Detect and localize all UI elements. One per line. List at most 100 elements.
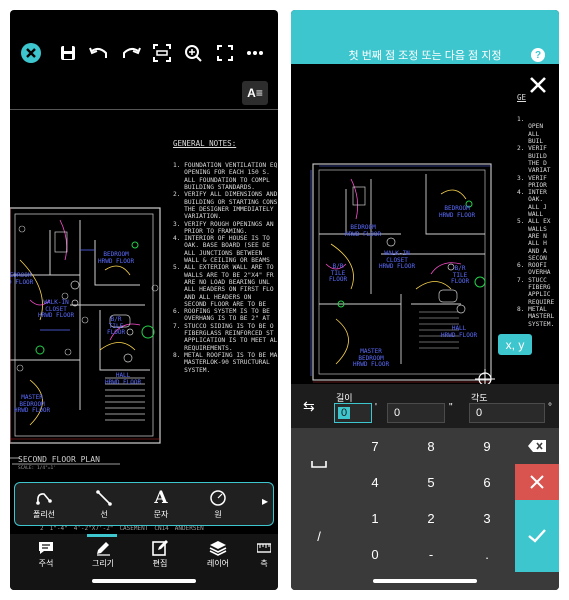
- general-note-line: 8. METAL ROOFING IS TO BE MA: [173, 351, 278, 359]
- more-icon[interactable]: [242, 40, 268, 66]
- general-note-line: VARIATION.: [173, 213, 222, 221]
- length-feet-value: 0: [338, 407, 351, 419]
- measure-icon: [250, 538, 278, 558]
- key-7[interactable]: 7: [347, 428, 403, 464]
- key-0[interactable]: 0: [347, 536, 403, 572]
- key-4[interactable]: 4: [347, 464, 403, 500]
- backspace-icon[interactable]: [515, 428, 559, 464]
- general-note-line: 7. STUCC: [517, 276, 547, 284]
- schedule-cell: CN14: [154, 525, 169, 532]
- schedule-cell: 4'-2"X7'-2": [73, 525, 114, 532]
- pencil-icon: [81, 538, 125, 558]
- nav-edit[interactable]: 편집: [138, 538, 182, 569]
- slash-key[interactable]: /: [291, 500, 347, 572]
- general-notes-lines: 1. OPEN ALL BUIL 2. VERIF BUILD THE D VAR…: [517, 116, 554, 328]
- zoom-search-icon[interactable]: [180, 40, 206, 66]
- general-note-line: WALLS ARE TO BE 2"X4" FR: [173, 271, 274, 279]
- general-note-line: 4. INTER: [517, 189, 547, 197]
- tool-line[interactable]: 선: [82, 487, 126, 520]
- general-note-line: REQUIRE: [517, 298, 555, 306]
- text-icon: A: [154, 488, 168, 508]
- general-note-line: 7. STUCCO SIDING IS TO BE O: [173, 322, 274, 330]
- general-note-line: MASTERL: [517, 313, 555, 321]
- tool-polyline[interactable]: 폴리선: [22, 487, 66, 520]
- key-9[interactable]: 9: [459, 428, 515, 464]
- general-note-line: SECOND FLOOR ARE TO BE: [173, 300, 267, 308]
- room-label-bath: B/R TILE FLOOR: [107, 316, 126, 336]
- length-inch-field[interactable]: 0: [387, 403, 445, 423]
- angle-field[interactable]: 0: [469, 403, 545, 423]
- tool-line-label: 선: [100, 510, 108, 519]
- polyline-icon: [22, 487, 66, 509]
- key-1[interactable]: 1: [347, 500, 403, 536]
- left-screen: A≡ GENERAL NOTES: 1. FOUNDATION VENTILAT…: [10, 10, 278, 590]
- tool-text[interactable]: A 문자: [139, 487, 183, 520]
- general-note-line: ARE NO LOAD BEARING UNL: [173, 278, 270, 286]
- swap-arrows-icon[interactable]: ⇆: [303, 398, 315, 415]
- frame-icon[interactable]: [149, 40, 175, 66]
- key-8[interactable]: 8: [403, 428, 459, 464]
- edit-icon: [138, 538, 182, 558]
- general-note-line: WALL: [517, 211, 544, 219]
- general-note-line: 1.: [517, 116, 525, 124]
- prompt-title: 첫 번째 점 조정 또는 다음 점 지정: [348, 50, 502, 62]
- key-5[interactable]: 5: [403, 464, 459, 500]
- length-inch-value: 0: [394, 407, 401, 419]
- partial-tool-icon[interactable]: ▸: [262, 494, 268, 508]
- general-note-line: 5. ALL EX: [517, 218, 551, 226]
- general-note-line: VARIAT: [517, 167, 551, 175]
- general-note-line: ALL JUNCTIONS BETWEEN: [173, 249, 263, 257]
- length-feet-field[interactable]: 0: [334, 403, 372, 423]
- undo-icon[interactable]: [86, 40, 112, 66]
- redo-icon[interactable]: [118, 40, 144, 66]
- schedule-cell: 1"-4": [49, 525, 68, 532]
- schedule-cell: 2: [40, 525, 44, 532]
- help-icon[interactable]: ?: [531, 48, 545, 62]
- general-note-line: BUILDING STANDARDS.: [173, 184, 255, 192]
- checkmark-icon[interactable]: [515, 500, 559, 572]
- general-note-line: ALL FOUNDATION TO COMPL: [173, 176, 270, 184]
- fullscreen-icon[interactable]: [212, 40, 238, 66]
- general-note-line: 3. VERIF: [517, 174, 547, 182]
- general-note-line: SYSTEM.: [173, 366, 211, 374]
- room-label-bedroom-right: BEDROOM HRWD FLOOR: [439, 205, 476, 219]
- key-2[interactable]: 2: [403, 500, 459, 536]
- inch-unit: ": [449, 402, 453, 413]
- general-note-line: 4. INTERIOR OF HOUSE IS TO: [173, 235, 270, 243]
- key-minus[interactable]: -: [403, 536, 459, 572]
- comment-icon: [24, 538, 68, 558]
- room-label-master-bedroom: MASTER BEDROOM HRWD FLOOR: [14, 394, 51, 414]
- save-icon[interactable]: [55, 40, 81, 66]
- room-label-walkin-closet: WALK-IN CLOSET HRWD FLOOR: [38, 299, 75, 319]
- general-note-line: BUIL: [517, 138, 544, 146]
- key-6[interactable]: 6: [459, 464, 515, 500]
- space-key[interactable]: [291, 428, 347, 500]
- general-note-line: ARE N: [517, 232, 547, 240]
- xy-input-button[interactable]: x, y: [498, 334, 532, 355]
- nav-measure[interactable]: 측: [250, 538, 278, 569]
- home-indicator: [373, 579, 477, 583]
- nav-draw-label: 그리기: [91, 559, 115, 568]
- room-label-master-bedroom: MASTER BEDROOM HRWD FLOOR: [353, 348, 390, 368]
- nav-layers-label: 레이어: [206, 559, 230, 568]
- room-label-hall: HALL HRWD FLOOR: [441, 325, 478, 339]
- cancel-x-icon[interactable]: [515, 464, 559, 500]
- degree-unit: °: [548, 402, 552, 413]
- general-note-line: OAK. BASE BOARD (SEE DE: [173, 242, 270, 250]
- nav-layers[interactable]: 레이어: [196, 538, 240, 569]
- general-note-line: SECON: [517, 254, 547, 262]
- nav-draw[interactable]: 그리기: [81, 538, 125, 569]
- nav-annotate[interactable]: 주석: [24, 538, 68, 569]
- general-notes: GENERAL NOTES: 1. FOUNDATION VENTILATION…: [173, 124, 277, 388]
- key-3[interactable]: 3: [459, 500, 515, 536]
- tool-circle[interactable]: 원: [196, 487, 240, 520]
- close-icon[interactable]: [18, 40, 44, 66]
- general-note-line: PRIOR: [517, 181, 547, 189]
- key-decimal[interactable]: .: [459, 536, 515, 572]
- text-style-icon[interactable]: A≡: [242, 81, 268, 105]
- home-indicator: [92, 579, 196, 583]
- drawing-canvas[interactable]: GENERAL NOTES: 1. FOUNDATION VENTILATION…: [10, 110, 278, 480]
- room-label-hall: HALL HRWD FLOOR: [105, 372, 142, 386]
- general-note-line: APPLIC: [517, 291, 551, 299]
- close-icon[interactable]: [525, 72, 551, 98]
